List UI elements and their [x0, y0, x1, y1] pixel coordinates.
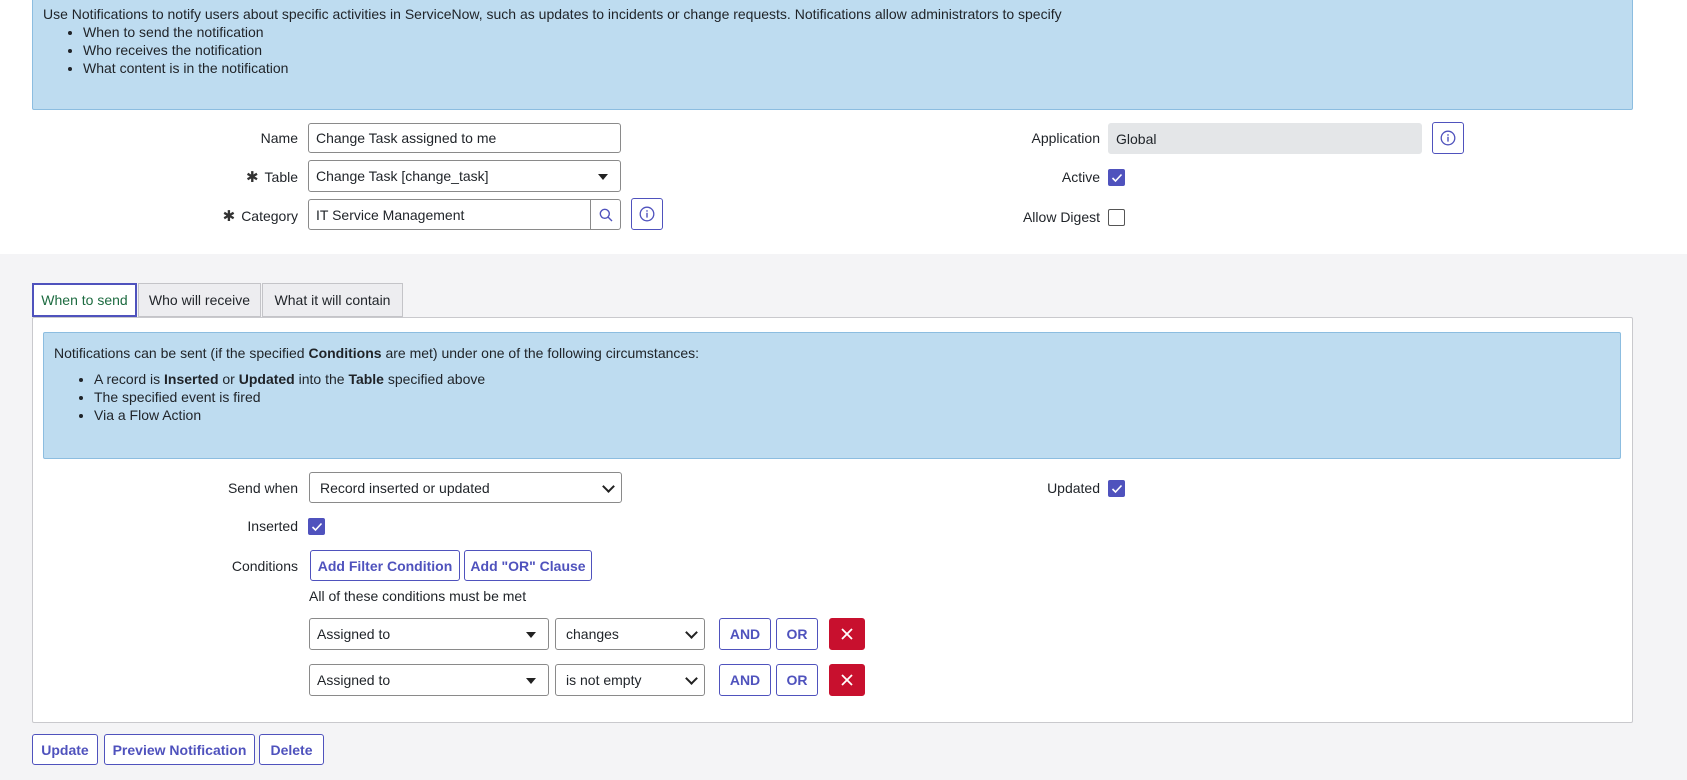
search-icon [599, 208, 612, 221]
notification-info-box: Use Notifications to notify users about … [32, 0, 1633, 110]
button-label: AND [729, 626, 761, 642]
button-label: Preview Notification [112, 741, 247, 758]
table-label-text: Table [264, 169, 298, 185]
chevron-down-icon [685, 672, 698, 685]
info-bullet: A record is Inserted or Updated into the… [94, 370, 1610, 388]
info-text: are met) under one of the following circ… [381, 345, 700, 361]
active-label: Active [1061, 169, 1100, 185]
name-input-value: Change Task assigned to me [316, 130, 497, 146]
info-text: Notifications can be sent (if the specif… [54, 345, 309, 361]
inserted-label: Inserted [247, 518, 298, 534]
caret-down-icon [526, 632, 536, 638]
name-label: Name [260, 130, 298, 146]
check-icon [1111, 484, 1122, 493]
category-lookup-button[interactable] [590, 199, 621, 230]
caret-down-icon [598, 174, 608, 180]
condition-operator-value: changes [566, 626, 619, 642]
info-bullet: Who receives the notification [83, 41, 1622, 59]
updated-label: Updated [1047, 480, 1100, 496]
active-checkbox[interactable] [1108, 169, 1125, 186]
send-when-select[interactable]: Record inserted or updated [309, 472, 622, 503]
condition-and-button[interactable]: AND [719, 664, 771, 696]
close-icon [841, 628, 853, 640]
tab-label: Who will receive [148, 292, 251, 308]
when-info-intro: Notifications can be sent (if the specif… [54, 344, 1610, 362]
when-info-list: A record is Inserted or Updated into the… [54, 370, 1610, 424]
caret-down-icon [526, 678, 536, 684]
application-value: Global [1116, 130, 1157, 147]
info-bullet: What content is in the notification [83, 59, 1622, 77]
inserted-checkbox[interactable] [308, 518, 325, 535]
button-label: OR [786, 626, 808, 642]
update-button[interactable]: Update [32, 734, 98, 765]
category-input-value: IT Service Management [316, 206, 465, 223]
preview-notification-button[interactable]: Preview Notification [104, 734, 255, 765]
condition-and-button[interactable]: AND [719, 618, 771, 650]
button-label: OR [786, 672, 808, 688]
updated-checkbox[interactable] [1108, 480, 1125, 497]
allow-digest-label: Allow Digest [1022, 209, 1100, 225]
category-label-text: Category [241, 208, 298, 224]
chevron-down-icon [685, 626, 698, 639]
delete-condition-button[interactable] [829, 618, 865, 650]
send-when-value: Record inserted or updated [320, 479, 490, 496]
table-select[interactable]: Change Task [change_task] [308, 160, 621, 192]
condition-field-value: Assigned to [317, 672, 391, 688]
condition-operator-select[interactable]: changes [555, 618, 705, 650]
table-label: ✱ Table [200, 168, 298, 186]
condition-field-select[interactable]: Assigned to [309, 618, 549, 650]
info-bullet: When to send the notification [83, 23, 1622, 41]
condition-operator-select[interactable]: is not empty [555, 664, 705, 696]
application-label: Application [1031, 130, 1101, 146]
delete-condition-button[interactable] [829, 664, 865, 696]
send-when-label: Send when [227, 480, 298, 496]
category-label: ✱ Category [200, 207, 298, 225]
info-intro-text: Use Notifications to notify users about … [43, 6, 1062, 22]
info-text-bold: Conditions [308, 345, 382, 361]
button-label: Delete [270, 741, 313, 758]
category-input[interactable]: IT Service Management [308, 199, 591, 230]
conditions-hint: All of these conditions must be met [309, 588, 527, 604]
button-label: AND [729, 672, 761, 688]
tab-when-to-send[interactable]: When to send [32, 283, 137, 317]
application-field: Global [1108, 123, 1422, 154]
condition-field-select[interactable]: Assigned to [309, 664, 549, 696]
application-info-button[interactable] [1432, 122, 1464, 154]
condition-or-button[interactable]: OR [776, 618, 818, 650]
delete-button[interactable]: Delete [259, 734, 324, 765]
name-input[interactable]: Change Task assigned to me [308, 123, 621, 153]
when-to-send-info-box: Notifications can be sent (if the specif… [43, 332, 1621, 459]
condition-operator-value: is not empty [566, 672, 642, 688]
condition-or-button[interactable]: OR [776, 664, 818, 696]
info-bullet-list: When to send the notification Who receiv… [43, 23, 1622, 77]
info-bullet: The specified event is fired [94, 388, 1610, 406]
add-or-clause-button[interactable]: Add "OR" Clause [464, 550, 592, 581]
category-info-button[interactable] [631, 198, 663, 230]
table-select-value: Change Task [change_task] [316, 168, 489, 184]
tab-who-will-receive[interactable]: Who will receive [138, 283, 261, 317]
close-icon [841, 674, 853, 686]
info-icon [639, 206, 655, 222]
condition-field-value: Assigned to [317, 626, 391, 642]
info-icon [1440, 130, 1456, 146]
required-icon: ✱ [245, 169, 259, 186]
tab-label: When to send [41, 292, 128, 308]
button-label: Add "OR" Clause [470, 557, 586, 574]
tab-what-it-will-contain[interactable]: What it will contain [262, 283, 403, 317]
button-label: Add Filter Condition [317, 557, 453, 574]
allow-digest-checkbox[interactable] [1108, 209, 1125, 226]
conditions-label: Conditions [231, 558, 298, 574]
chevron-down-icon [602, 479, 615, 493]
tab-label: What it will contain [274, 292, 391, 308]
info-bullet: Via a Flow Action [94, 406, 1610, 424]
button-label: Update [41, 741, 89, 758]
check-icon [311, 522, 322, 531]
required-icon: ✱ [222, 208, 236, 225]
add-filter-condition-button[interactable]: Add Filter Condition [310, 550, 460, 581]
check-icon [1111, 173, 1122, 182]
